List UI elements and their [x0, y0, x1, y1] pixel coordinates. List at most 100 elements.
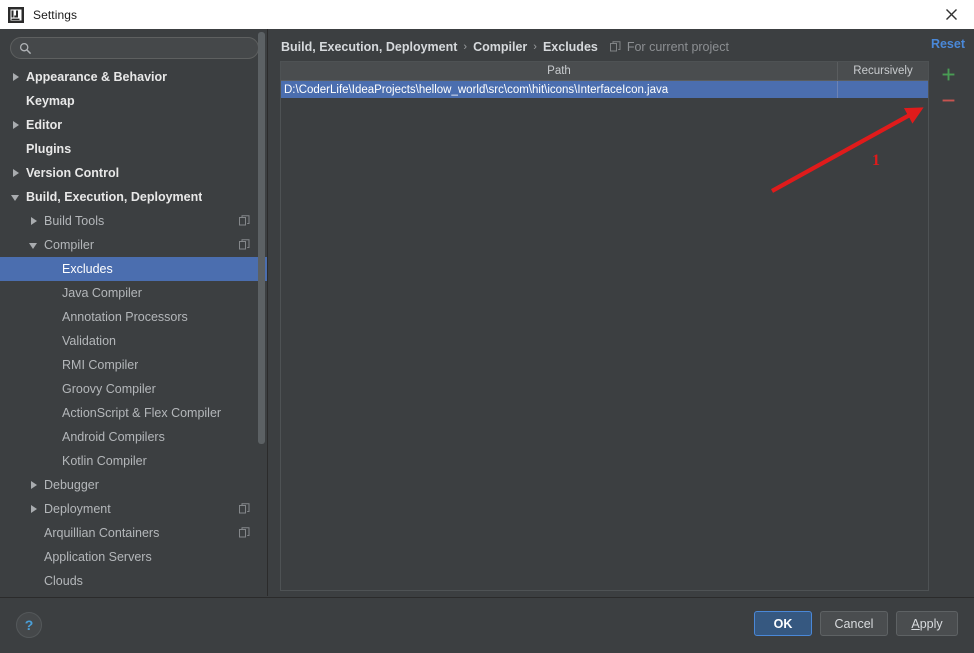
cell-path[interactable]: D:\CoderLife\IdeaProjects\hellow_world\s…	[281, 81, 838, 98]
chevron-right-icon[interactable]	[11, 120, 22, 131]
cancel-button[interactable]: Cancel	[820, 611, 888, 636]
sidebar-item-plugins[interactable]: Plugins	[0, 137, 267, 161]
sidebar-item-label: Clouds	[44, 574, 83, 588]
excludes-table: Path Recursively D:\CoderLife\IdeaProjec…	[280, 61, 929, 591]
search-input[interactable]	[37, 41, 248, 55]
apply-button[interactable]: Apply	[896, 611, 958, 636]
sidebar-item-label: Java Compiler	[62, 286, 142, 300]
breadcrumb-segment[interactable]: Compiler	[473, 40, 527, 54]
breadcrumb-separator: ›	[533, 41, 537, 53]
intellij-idea-icon	[7, 6, 25, 24]
apply-button-label-rest: pply	[919, 616, 943, 631]
sidebar-item-label: Android Compilers	[62, 430, 165, 444]
settings-tree[interactable]: Appearance & Behavior Keymap Editor Plugins…	[0, 65, 267, 596]
project-scope-icon	[239, 503, 250, 514]
sidebar-item-actionscript-flex-compiler[interactable]: ActionScript & Flex Compiler	[0, 401, 267, 425]
plus-icon[interactable]	[934, 61, 962, 87]
sidebar-item-label: Keymap	[26, 94, 75, 108]
sidebar-item-application-servers[interactable]: Application Servers	[0, 545, 267, 569]
breadcrumb-segment[interactable]: Excludes	[543, 40, 598, 54]
chevron-right-icon[interactable]	[29, 504, 40, 515]
table-body: D:\CoderLife\IdeaProjects\hellow_world\s…	[281, 81, 928, 98]
scope-note: For current project	[626, 40, 729, 54]
sidebar-item-kotlin-compiler[interactable]: Kotlin Compiler	[0, 449, 267, 473]
sidebar-item-label: Build Tools	[44, 214, 105, 228]
cell-recursively[interactable]	[838, 81, 928, 98]
chevron-down-icon[interactable]	[11, 192, 22, 203]
sidebar-item-label: Application Servers	[44, 550, 152, 564]
chevron-right-icon[interactable]	[11, 168, 22, 179]
sidebar-item-label: Build, Execution, Deployment	[26, 190, 203, 204]
sidebar-item-arquillian-containers[interactable]: Arquillian Containers	[0, 521, 267, 545]
sidebar-item-label: Version Control	[26, 166, 120, 180]
sidebar-item-editor[interactable]: Editor	[0, 113, 267, 137]
table-row[interactable]: D:\CoderLife\IdeaProjects\hellow_world\s…	[281, 81, 928, 98]
table-header-row: Path Recursively	[281, 62, 928, 81]
window-title: Settings	[33, 7, 78, 22]
project-scope-icon	[239, 239, 250, 250]
sidebar-item-label: Arquillian Containers	[44, 526, 160, 540]
sidebar-item-build-execution-deployment[interactable]: Build, Execution, Deployment	[0, 185, 267, 209]
minus-icon[interactable]	[934, 87, 962, 113]
table-toolbar	[934, 61, 962, 591]
chevron-down-icon[interactable]	[29, 240, 40, 251]
sidebar-item-debugger[interactable]: Debugger	[0, 473, 267, 497]
sidebar-item-label: Excludes	[62, 262, 113, 276]
sidebar-item-label: Plugins	[26, 142, 72, 156]
ok-button[interactable]: OK	[754, 611, 812, 636]
help-icon[interactable]: ?	[16, 612, 42, 638]
sidebar-item-version-control[interactable]: Version Control	[0, 161, 267, 185]
sidebar-item-groovy-compiler[interactable]: Groovy Compiler	[0, 377, 267, 401]
annotation-step-number: 1	[872, 152, 880, 169]
sidebar-item-label: Debugger	[44, 478, 99, 492]
sidebar-item-keymap[interactable]: Keymap	[0, 89, 267, 113]
sidebar-item-java-compiler[interactable]: Java Compiler	[0, 281, 267, 305]
chevron-right-icon[interactable]	[11, 72, 22, 83]
sidebar-item-label: RMI Compiler	[62, 358, 139, 372]
sidebar-item-validation[interactable]: Validation	[0, 329, 267, 353]
sidebar-item-label: Groovy Compiler	[62, 382, 156, 396]
chevron-right-icon[interactable]	[29, 216, 40, 227]
close-icon[interactable]	[929, 0, 974, 29]
sidebar-item-excludes[interactable]: Excludes	[0, 257, 267, 281]
project-scope-icon	[239, 215, 250, 226]
sidebar-item-label: Compiler	[44, 238, 95, 252]
sidebar-item-label: Validation	[62, 334, 116, 348]
column-header-recursively[interactable]: Recursively	[838, 62, 928, 80]
sidebar-item-label: Kotlin Compiler	[62, 454, 147, 468]
breadcrumb-segment[interactable]: Build, Execution, Deployment	[281, 40, 457, 54]
sidebar-item-appearance-behavior[interactable]: Appearance & Behavior	[0, 65, 267, 89]
sidebar-item-compiler[interactable]: Compiler	[0, 233, 267, 257]
sidebar-scrollbar[interactable]	[258, 32, 265, 444]
apply-button-label: A	[911, 616, 920, 631]
breadcrumb: Build, Execution, Deployment › Compiler › Ex…	[281, 37, 729, 57]
search-icon	[19, 42, 32, 55]
sidebar-item-rmi-compiler[interactable]: RMI Compiler	[0, 353, 267, 377]
chevron-right-icon[interactable]	[29, 480, 40, 491]
reset-link[interactable]: Reset	[931, 37, 965, 51]
sidebar-item-annotation-processors[interactable]: Annotation Processors	[0, 305, 267, 329]
sidebar-item-label: ActionScript & Flex Compiler	[62, 406, 222, 420]
column-header-path[interactable]: Path	[281, 62, 838, 80]
search-box[interactable]	[10, 37, 259, 59]
sidebar-item-android-compilers[interactable]: Android Compilers	[0, 425, 267, 449]
sidebar-item-clouds[interactable]: Clouds	[0, 569, 267, 593]
sidebar-item-deployment[interactable]: Deployment	[0, 497, 267, 521]
sidebar-item-label: Deployment	[44, 502, 111, 516]
settings-sidebar: Appearance & Behavior Keymap Editor Plugins…	[0, 29, 268, 596]
sidebar-item-label: Annotation Processors	[62, 310, 188, 324]
sidebar-item-build-tools[interactable]: Build Tools	[0, 209, 267, 233]
settings-dialog: Appearance & Behavior Keymap Editor Plugins…	[0, 29, 974, 653]
window-titlebar: Settings	[0, 0, 974, 29]
